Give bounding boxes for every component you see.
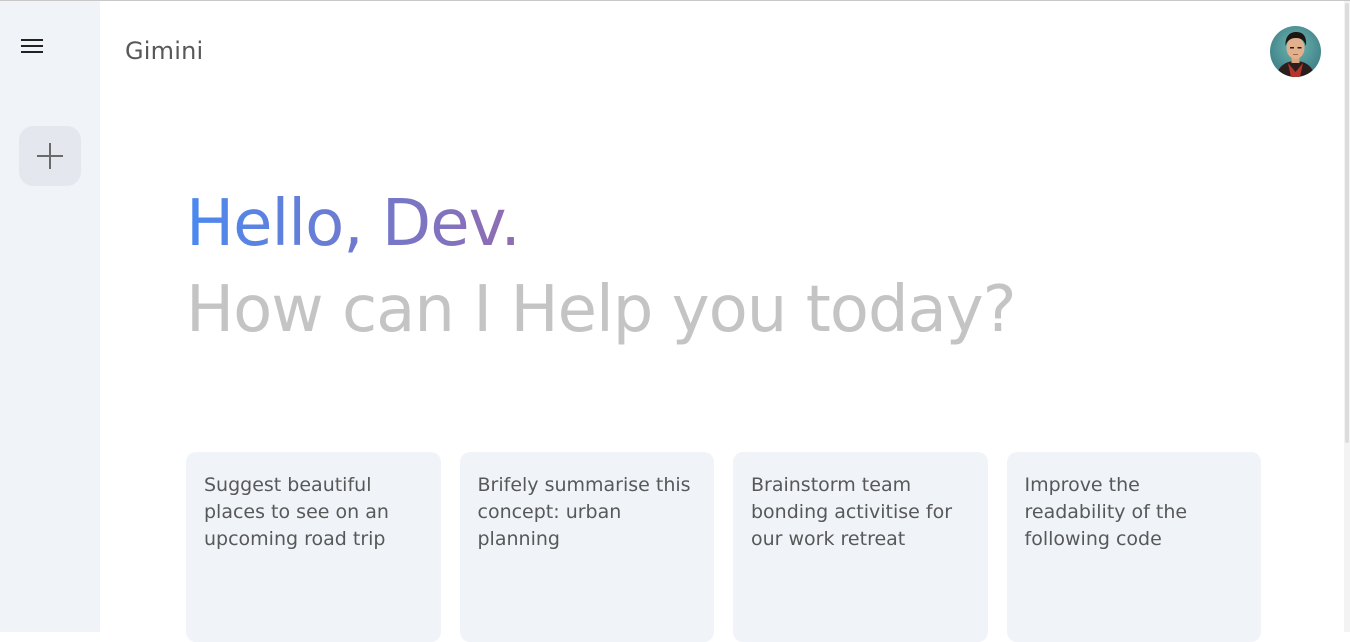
hamburger-menu-icon — [21, 39, 43, 53]
avatar-icon — [1270, 26, 1321, 77]
suggestion-card-text: Improve the readability of the following… — [1024, 474, 1188, 550]
suggestion-card[interactable]: Brainstorm team bonding activitise for o… — [733, 452, 988, 642]
scrollbar-thumb[interactable] — [1345, 3, 1349, 443]
plus-icon — [37, 143, 63, 169]
greeting-subtitle: How can I Help you today? — [186, 273, 1017, 347]
main-content: Gimini Hello, Dev. How can I Help you to… — [100, 1, 1344, 642]
suggestion-card-text: Brifely summarise this concept: urban pl… — [477, 474, 691, 550]
greeting: Hello, Dev. How can I Help you today? — [186, 181, 1017, 353]
sidebar — [0, 1, 100, 632]
new-chat-button[interactable] — [19, 126, 81, 186]
suggestion-cards: Suggest beautiful places to see on an up… — [186, 452, 1261, 642]
menu-button[interactable] — [14, 28, 50, 64]
app-title: Gimini — [125, 37, 204, 65]
suggestion-card[interactable]: Suggest beautiful places to see on an up… — [186, 452, 441, 642]
suggestion-card[interactable]: Brifely summarise this concept: urban pl… — [459, 452, 714, 642]
scrollbar[interactable] — [1344, 1, 1350, 632]
greeting-hello: Hello, Dev. — [186, 181, 1016, 267]
suggestion-card-text: Brainstorm team bonding activitise for o… — [751, 474, 953, 550]
suggestion-card[interactable]: Improve the readability of the following… — [1006, 452, 1261, 642]
user-avatar[interactable] — [1270, 26, 1321, 77]
suggestion-card-text: Suggest beautiful places to see on an up… — [204, 474, 389, 550]
